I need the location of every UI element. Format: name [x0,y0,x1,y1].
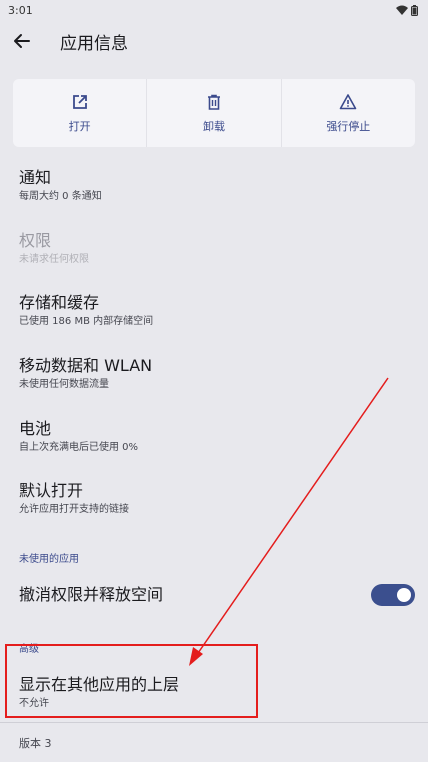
toggle-thumb [397,588,411,602]
unused-apps-category: 未使用的应用 [19,554,79,565]
open-button[interactable]: 打开 [13,79,146,147]
storage-item[interactable]: 存储和缓存 已使用 186 MB 内部存储空间 [19,293,153,329]
uninstall-button-label: 卸载 [202,119,225,133]
trash-icon [207,94,220,110]
battery-item[interactable]: 电池 自上次充满电后已使用 0% [19,419,138,455]
open-by-default-item[interactable]: 默认打开 允许应用打开支持的链接 [19,481,129,517]
open-by-default-summary: 允许应用打开支持的链接 [19,504,129,515]
storage-summary: 已使用 186 MB 内部存储空间 [19,316,154,327]
revoke-permissions-toggle[interactable] [371,584,415,606]
force-stop-button-label: 强行停止 [326,119,371,133]
permissions-item: 权限 未请求任何权限 [19,231,89,267]
data-usage-title: 移动数据和 WLAN [19,356,153,375]
open-in-new-icon [72,94,87,109]
data-usage-summary: 未使用任何数据流量 [19,379,109,390]
status-bar: 3:01 [0,0,428,20]
revoke-permissions-item[interactable]: 撤消权限并释放空间 [19,585,163,605]
annotation-highlight-box [5,644,258,718]
notifications-summary: 每周大约 0 条通知 [19,191,102,202]
force-stop-button[interactable]: 强行停止 [280,79,415,147]
action-button-row: 打开 卸载 强行停止 [13,79,415,147]
open-button-label: 打开 [68,119,91,133]
battery-summary: 自上次充满电后已使用 0% [19,442,139,453]
uninstall-button[interactable]: 卸载 [146,79,280,147]
status-icons [396,4,418,16]
revoke-permissions-title: 撤消权限并释放空间 [19,585,164,604]
app-bar: 应用信息 [0,20,428,62]
warning-icon [340,93,357,109]
arrow-back-icon[interactable] [12,31,32,51]
footer-divider [0,722,428,723]
status-time: 3:01 [8,3,33,17]
permissions-title: 权限 [19,231,52,250]
storage-title: 存储和缓存 [19,293,100,312]
notifications-title: 通知 [19,168,52,187]
notifications-item[interactable]: 通知 每周大约 0 条通知 [19,168,102,204]
open-by-default-title: 默认打开 [19,481,84,500]
data-usage-item[interactable]: 移动数据和 WLAN 未使用任何数据流量 [19,356,152,392]
wifi-icon [396,5,408,15]
page-title: 应用信息 [60,34,128,54]
battery-title: 电池 [19,419,52,438]
battery-icon [411,4,418,16]
version-label: 版本 3 [19,737,52,750]
permissions-summary: 未请求任何权限 [19,254,89,265]
